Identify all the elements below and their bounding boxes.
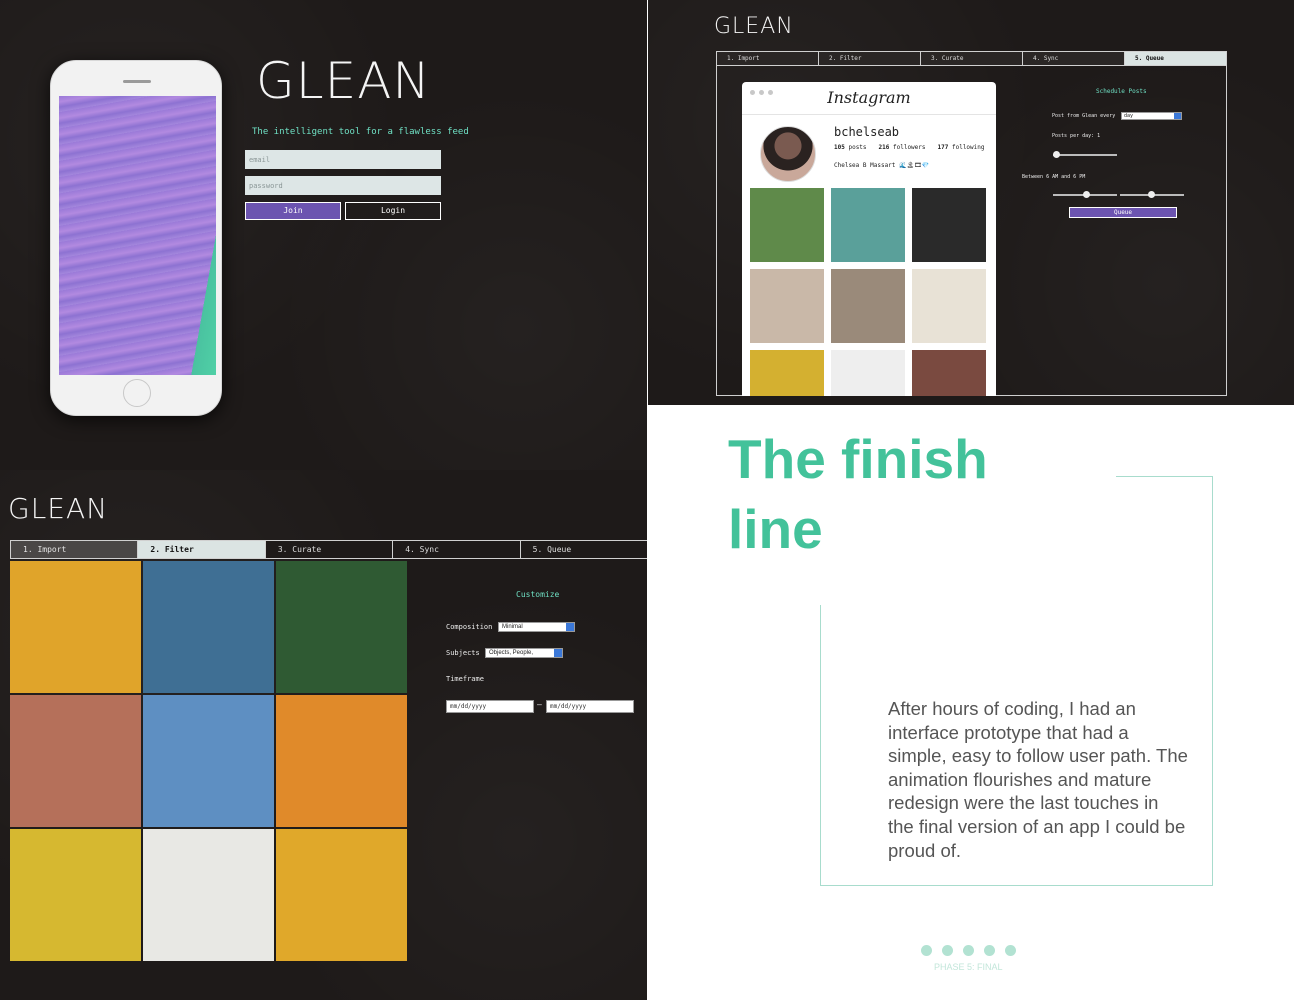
photo-tile[interactable]: [143, 829, 274, 961]
page-dot: [963, 945, 974, 956]
schedule-posts-title: Schedule Posts: [1096, 88, 1147, 95]
instagram-logo: Instagram: [827, 88, 911, 107]
post-every-label: Post from Glean every: [1052, 113, 1116, 119]
tab-curate[interactable]: 3. Curate: [921, 52, 1023, 65]
instagram-photo-grid: [750, 188, 986, 396]
posts-per-day-label: Posts per day: 1: [1052, 133, 1101, 139]
composition-label: Composition: [446, 623, 493, 631]
decorative-line: [820, 605, 821, 886]
tab-sync[interactable]: 4. Sync: [393, 541, 521, 558]
instagram-post-thumbnail[interactable]: [831, 269, 905, 343]
phone-speaker: [123, 80, 151, 83]
glean-logo: GLEAN: [8, 492, 109, 525]
instagram-username: bchelseab: [834, 125, 900, 139]
composition-select[interactable]: Minimal: [498, 622, 575, 632]
tab-filter[interactable]: 2. Filter: [819, 52, 921, 65]
page-dot: [1005, 945, 1016, 956]
filter-photo-grid: [10, 561, 407, 961]
slider-handle[interactable]: [1053, 151, 1060, 158]
queue-screen-panel: GLEAN 1. Import 2. Filter 3. Curate 4. S…: [648, 0, 1294, 405]
email-field[interactable]: [245, 150, 441, 169]
photo-tile[interactable]: [143, 695, 274, 827]
instagram-post-thumbnail[interactable]: [831, 350, 905, 396]
instagram-post-thumbnail[interactable]: [750, 188, 824, 262]
posts-stat: 105 posts: [834, 144, 867, 151]
instagram-post-thumbnail[interactable]: [912, 269, 986, 343]
tab-sync[interactable]: 4. Sync: [1023, 52, 1125, 65]
photo-tile[interactable]: [10, 561, 141, 693]
instagram-preview-card: Instagram bchelseab 105 posts 216 follow…: [742, 82, 996, 396]
photo-tile[interactable]: [276, 695, 407, 827]
end-time-slider[interactable]: [1120, 191, 1184, 198]
photo-tile[interactable]: [276, 561, 407, 693]
glean-logo: GLEAN: [256, 52, 431, 110]
photo-tile[interactable]: [143, 561, 274, 693]
divider: [742, 114, 996, 115]
queue-button[interactable]: Queue: [1069, 207, 1177, 218]
subjects-label: Subjects: [446, 649, 480, 657]
glean-logo: GLEAN: [714, 14, 794, 39]
body-paragraph: After hours of coding, I had an interfac…: [888, 698, 1188, 861]
login-screen-panel: GLEAN The intelligent tool for a flawles…: [0, 0, 647, 470]
date-separator: –: [537, 700, 542, 709]
timeframe-label: Timeframe: [446, 675, 484, 683]
tab-queue[interactable]: 5. Queue: [1125, 52, 1226, 65]
tab-import[interactable]: 1. Import: [11, 541, 139, 558]
queue-tab-bar: 1. Import 2. Filter 3. Curate 4. Sync 5.…: [716, 51, 1227, 66]
slider-handle[interactable]: [1148, 191, 1155, 198]
following-stat: 177 following: [937, 144, 985, 151]
password-field[interactable]: [245, 176, 441, 195]
instagram-post-thumbnail[interactable]: [750, 269, 824, 343]
login-button[interactable]: Login: [345, 202, 441, 220]
filter-screen-panel: GLEAN 1. Import 2. Filter 3. Curate 4. S…: [0, 470, 647, 1000]
slider-handle[interactable]: [1083, 191, 1090, 198]
photo-tile[interactable]: [276, 829, 407, 961]
page-indicator: [921, 945, 1016, 956]
tab-import[interactable]: 1. Import: [717, 52, 819, 65]
title-line-1: The finish: [728, 428, 988, 490]
tab-curate[interactable]: 3. Curate: [265, 541, 394, 558]
start-time-slider[interactable]: [1053, 191, 1117, 198]
tagline: The intelligent tool for a flawless feed: [252, 127, 469, 137]
phase-label: PHASE 5: FINAL: [934, 962, 1003, 972]
tab-queue[interactable]: 5. Queue: [520, 541, 647, 558]
instagram-display-name: Chelsea B Massart 🌊🏝🎞💎: [834, 162, 930, 169]
filter-tab-bar: 1. Import 2. Filter 3. Curate 4. Sync 5.…: [10, 540, 647, 559]
decorative-line: [1212, 476, 1213, 886]
join-button[interactable]: Join: [245, 202, 341, 220]
decorative-line: [820, 885, 1213, 886]
time-window-label: Between 6 AM and 6 PM: [1022, 174, 1086, 180]
customize-title: Customize: [516, 590, 560, 599]
post-frequency-select[interactable]: day: [1121, 112, 1182, 120]
avatar: [760, 126, 816, 182]
phone-screen-wallpaper: [59, 96, 216, 375]
phone-home-button: [123, 379, 151, 407]
instagram-post-thumbnail[interactable]: [912, 188, 986, 262]
page-dot: [984, 945, 995, 956]
instagram-post-thumbnail[interactable]: [912, 350, 986, 396]
instagram-post-thumbnail[interactable]: [750, 350, 824, 396]
decorative-line: [1116, 476, 1212, 477]
followers-stat: 216 followers: [878, 144, 926, 151]
page-title: The finish line: [728, 424, 988, 564]
photo-tile[interactable]: [10, 695, 141, 827]
date-to-field[interactable]: mm/dd/yyyy: [546, 700, 634, 713]
page-dot: [921, 945, 932, 956]
photo-tile[interactable]: [10, 829, 141, 961]
instagram-stats: 105 posts 216 followers 177 following: [834, 144, 985, 151]
tab-filter[interactable]: 2. Filter: [138, 541, 266, 558]
posts-per-day-slider[interactable]: [1053, 151, 1117, 158]
title-line-2: line: [728, 498, 823, 560]
date-from-field[interactable]: mm/dd/yyyy: [446, 700, 534, 713]
subjects-select[interactable]: Objects, People,: [485, 648, 563, 658]
page-dot: [942, 945, 953, 956]
phone-mockup: [50, 60, 222, 416]
instagram-post-thumbnail[interactable]: [831, 188, 905, 262]
